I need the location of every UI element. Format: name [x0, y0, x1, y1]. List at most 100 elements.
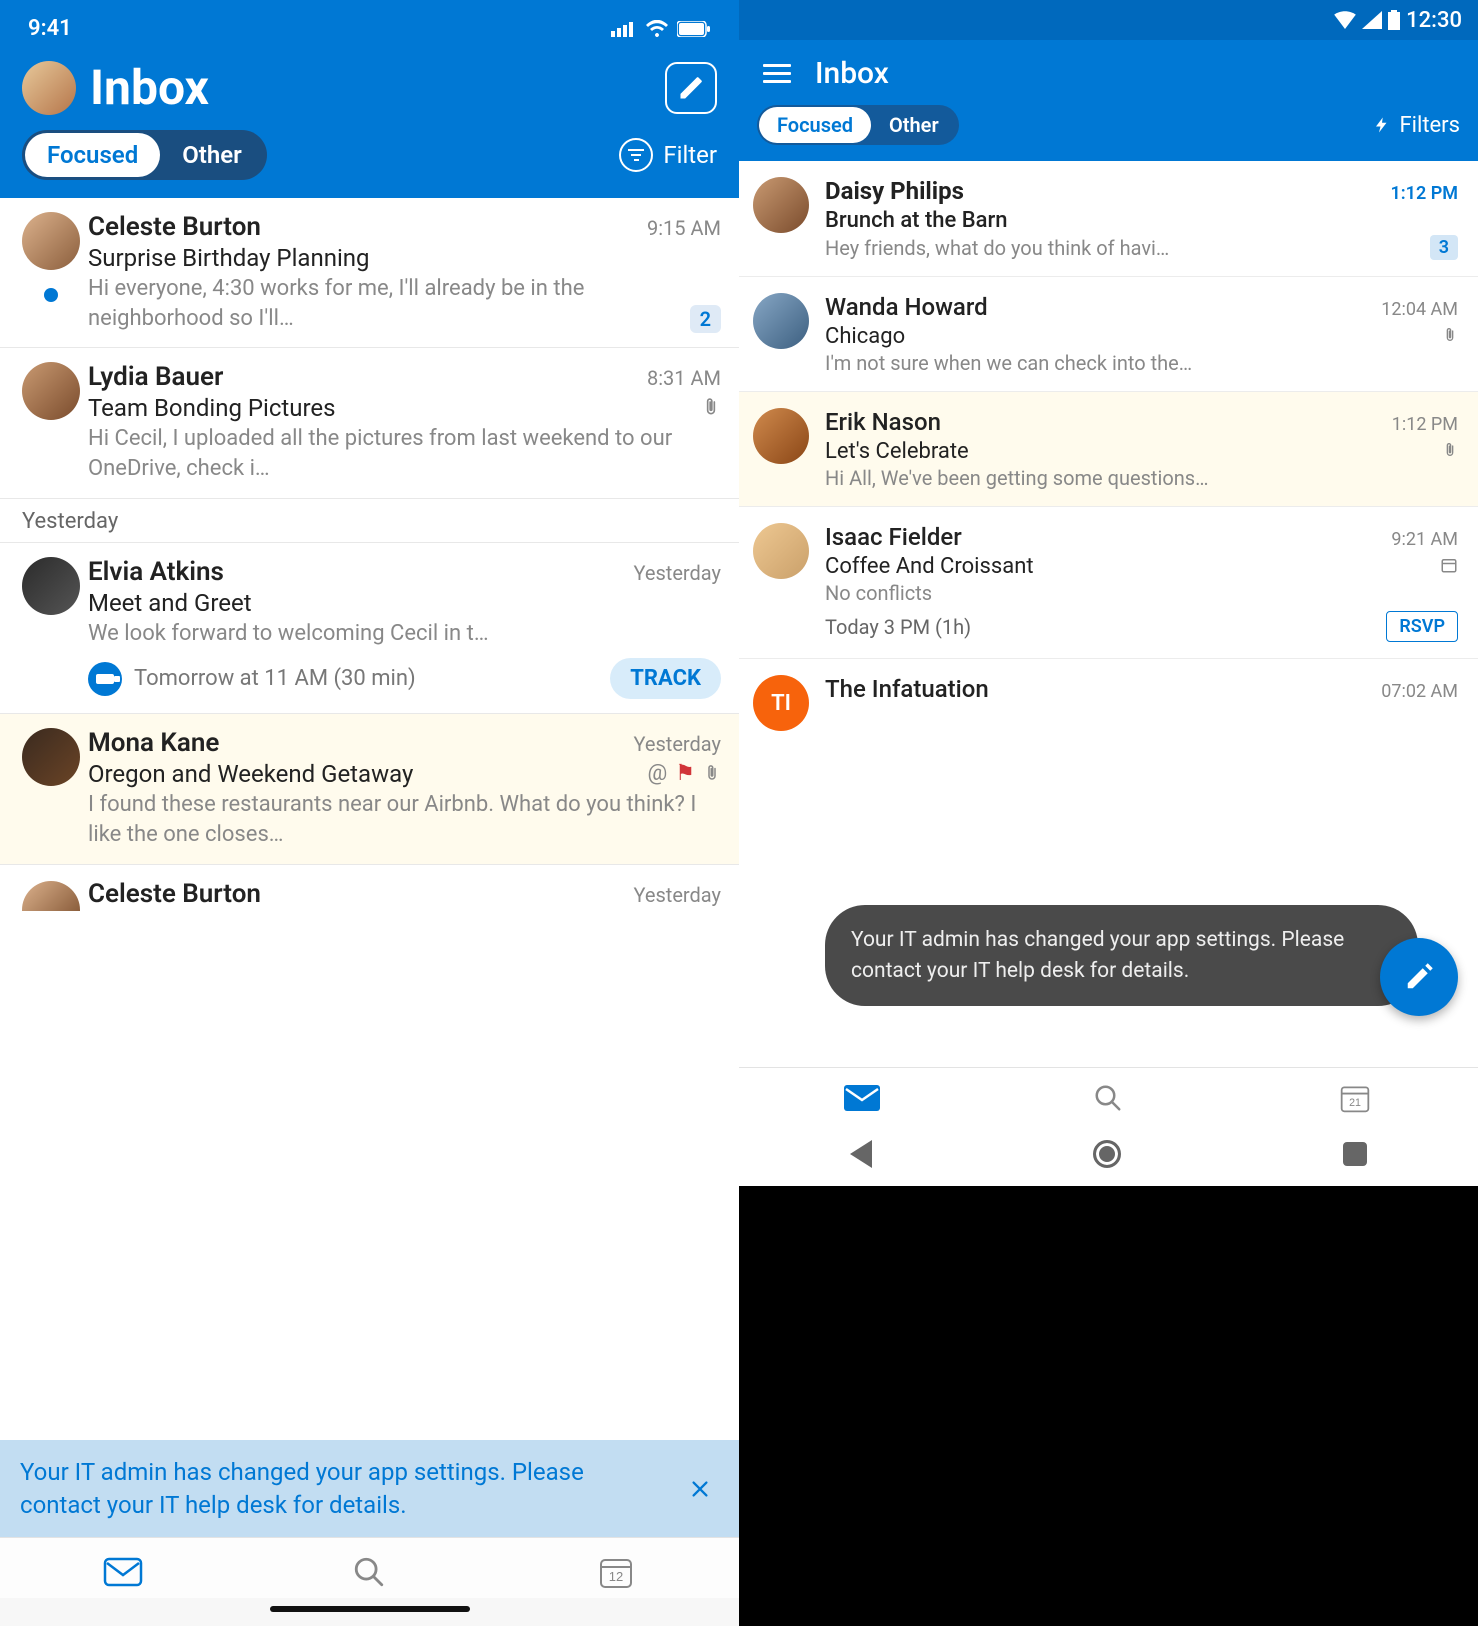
message-subject: Surprise Birthday Planning	[88, 244, 721, 272]
message-preview: We look forward to welcoming Cecil in t…	[88, 619, 721, 649]
inbox-title: Inbox	[815, 56, 889, 91]
message-subject: Meet and Greet	[88, 589, 721, 617]
rsvp-button[interactable]: RSVP	[1386, 611, 1458, 642]
sender-name: Elvia Atkins	[88, 557, 633, 587]
attachment-icon	[1442, 440, 1458, 460]
calendar-mini-icon	[1440, 556, 1458, 574]
ios-title-row: Inbox	[0, 41, 739, 124]
ios-header: 9:41 Inbox Focused Other Fi	[0, 0, 739, 198]
track-button[interactable]: TRACK	[610, 658, 721, 699]
sender-name: Isaac Fielder	[825, 523, 1391, 551]
sender-name: Lydia Bauer	[88, 362, 647, 392]
android-header: Inbox Focused Other Filters	[739, 40, 1478, 161]
sender-name: Wanda Howard	[825, 293, 1381, 321]
battery-icon	[677, 21, 711, 37]
event-time: Today 3 PM (1h)	[825, 615, 1376, 639]
tab-search[interactable]	[985, 1082, 1231, 1114]
ios-message-list[interactable]: Celeste Burton 9:15 AM Surprise Birthday…	[0, 198, 739, 1440]
svg-text:12: 12	[609, 1569, 623, 1584]
banner-close-button[interactable]	[681, 1470, 719, 1508]
message-row[interactable]: Isaac Fielder 9:21 AM Coffee And Croissa…	[739, 507, 1478, 659]
tab-other[interactable]: Other	[871, 107, 957, 143]
message-time: 1:12 PM	[1390, 183, 1458, 204]
close-icon	[689, 1478, 711, 1500]
tab-focused[interactable]: Focused	[25, 133, 160, 177]
mention-icon: @	[648, 761, 668, 786]
tab-mail[interactable]	[0, 1554, 246, 1590]
message-row[interactable]: Wanda Howard 12:04 AM Chicago I'm not su…	[739, 277, 1478, 392]
sender-avatar: TI	[753, 675, 809, 731]
compose-button[interactable]	[665, 62, 717, 114]
android-screen: 12:30 Inbox Focused Other Filters	[739, 0, 1478, 1626]
sender-name: Celeste Burton	[88, 212, 647, 242]
menu-button[interactable]	[763, 64, 791, 83]
tab-calendar[interactable]: 21	[1232, 1082, 1478, 1114]
nav-recents-icon[interactable]	[1343, 1142, 1367, 1166]
ios-tab-bar: 12	[0, 1537, 739, 1598]
svg-text:21: 21	[1349, 1097, 1361, 1109]
message-row[interactable]: Celeste Burton 9:15 AM Surprise Birthday…	[0, 198, 739, 348]
it-admin-toast: Your IT admin has changed your app setti…	[825, 905, 1418, 1006]
message-time: 12:04 AM	[1381, 299, 1458, 320]
message-time: 07:02 AM	[1381, 681, 1458, 702]
nav-home-icon[interactable]	[1093, 1140, 1121, 1168]
android-tab-bar: 21	[739, 1067, 1478, 1126]
tab-search[interactable]	[246, 1554, 492, 1590]
message-row[interactable]: Mona Kane Yesterday Oregon and Weekend G…	[0, 714, 739, 864]
home-indicator[interactable]	[270, 1606, 470, 1612]
android-status-time: 12:30	[1406, 8, 1462, 33]
message-preview: Hey friends, what do you think of havi…	[825, 236, 1420, 260]
tab-mail[interactable]	[739, 1082, 985, 1114]
sender-avatar	[22, 881, 80, 911]
tab-other[interactable]: Other	[160, 133, 264, 177]
filter-icon	[619, 138, 653, 172]
android-nav-bar	[739, 1126, 1478, 1186]
thread-count-badge: 3	[1430, 235, 1458, 260]
message-preview: Hi All, We've been getting some question…	[825, 466, 1458, 490]
sender-avatar	[753, 408, 809, 464]
message-row[interactable]: Erik Nason 1:12 PM Let's Celebrate Hi Al…	[739, 392, 1478, 507]
message-time: Yesterday	[633, 732, 721, 756]
cellular-icon	[611, 21, 637, 37]
it-admin-banner: Your IT admin has changed your app setti…	[0, 1440, 739, 1537]
message-preview: Hi Cecil, I uploaded all the pictures fr…	[88, 424, 721, 483]
delivery-icon	[88, 662, 122, 696]
wifi-icon	[1334, 11, 1356, 29]
message-time: Yesterday	[633, 561, 721, 585]
tab-focused[interactable]: Focused	[759, 107, 871, 143]
message-row[interactable]: Daisy Philips 1:12 PM Brunch at the Barn…	[739, 161, 1478, 277]
message-subject: Brunch at the Barn	[825, 208, 1458, 233]
message-time: 9:21 AM	[1391, 529, 1458, 550]
flag-icon: ⚑	[675, 761, 695, 786]
sender-name: The Infatuation	[825, 675, 1381, 703]
mail-icon	[103, 1557, 143, 1587]
filters-button[interactable]: Filters	[1373, 113, 1460, 138]
message-row[interactable]: Lydia Bauer 8:31 AM Team Bonding Picture…	[0, 348, 739, 498]
calendar-icon: 12	[598, 1554, 634, 1590]
tab-calendar[interactable]: 12	[493, 1554, 739, 1590]
filter-button[interactable]: Filter	[619, 138, 717, 172]
sender-avatar	[22, 362, 80, 420]
message-row[interactable]: TI The Infatuation 07:02 AM	[739, 659, 1478, 747]
sender-name: Celeste Burton	[88, 879, 633, 909]
message-preview: I'm not sure when we can check into the…	[825, 351, 1458, 375]
account-avatar[interactable]	[22, 61, 76, 115]
ios-status-icons	[611, 20, 711, 38]
message-subject: Chicago	[825, 324, 1442, 349]
search-icon	[1093, 1083, 1123, 1113]
inbox-title: Inbox	[90, 59, 665, 116]
event-row: Tomorrow at 11 AM (30 min) TRACK	[88, 658, 721, 699]
nav-back-icon[interactable]	[850, 1140, 872, 1168]
message-row[interactable]: Celeste Burton Yesterday	[0, 865, 739, 925]
attachment-icon	[701, 396, 721, 418]
cellular-icon	[1362, 11, 1382, 29]
no-conflicts-text: No conflicts	[825, 581, 1458, 605]
ios-screen: 9:41 Inbox Focused Other Fi	[0, 0, 739, 1626]
compose-fab[interactable]	[1380, 938, 1458, 1016]
message-row[interactable]: Elvia Atkins Yesterday Meet and Greet We…	[0, 543, 739, 715]
message-subject: Coffee And Croissant	[825, 554, 1440, 579]
message-time: 8:31 AM	[647, 366, 721, 390]
toast-text: Your IT admin has changed your app setti…	[851, 928, 1344, 982]
pencil-icon	[1404, 962, 1434, 992]
filter-label: Filter	[663, 141, 717, 169]
